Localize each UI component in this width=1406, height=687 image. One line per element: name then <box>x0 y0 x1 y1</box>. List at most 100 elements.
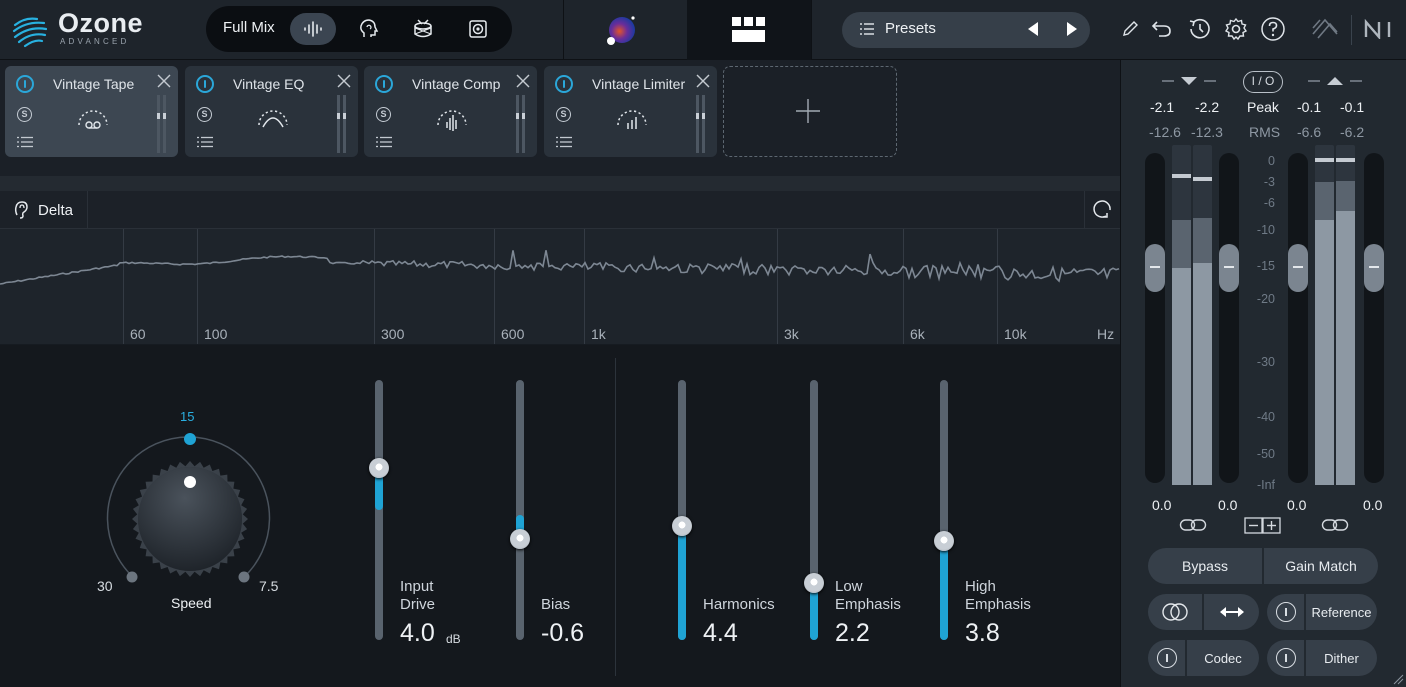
input-link-icon[interactable] <box>1179 518 1207 532</box>
slider-track[interactable] <box>375 380 383 640</box>
next-preset-icon[interactable] <box>1065 21 1079 37</box>
meter-rms <box>1193 218 1212 263</box>
output-link-icon[interactable] <box>1321 518 1349 532</box>
output-collapse-icon[interactable] <box>1306 74 1364 88</box>
meter-fill <box>1336 211 1355 485</box>
module-title: Vintage Limiter <box>592 76 686 92</box>
assistant-button[interactable] <box>600 12 640 52</box>
module-meter-left <box>516 95 519 153</box>
reference-power-button[interactable] <box>1267 594 1304 630</box>
module-power-icon[interactable] <box>16 75 34 93</box>
meter-scale-label: 0 <box>1268 154 1275 168</box>
fader-handle[interactable] <box>1288 244 1308 292</box>
undo-button[interactable] <box>1147 14 1177 44</box>
close-icon[interactable] <box>516 74 530 88</box>
slider-value: 4.0 <box>400 619 435 647</box>
speed-7-5-marker[interactable] <box>238 571 250 583</box>
output-meter-right <box>1336 145 1355 485</box>
ni-logo-button[interactable] <box>1362 14 1396 44</box>
slider-handle[interactable] <box>510 528 530 549</box>
dither-button[interactable]: Dither <box>1306 640 1377 676</box>
divider <box>1351 15 1352 45</box>
close-icon[interactable] <box>696 74 710 88</box>
slider-handle[interactable] <box>672 515 692 536</box>
list-icon <box>860 23 874 35</box>
peak-hold <box>1193 177 1212 181</box>
swap-channels-button[interactable] <box>1204 594 1259 630</box>
izotope-link-button[interactable] <box>1308 14 1342 44</box>
stereo-plus-minus-icon[interactable] <box>1244 517 1282 534</box>
settings-button[interactable] <box>1221 14 1251 44</box>
output-gain-right-value: 0.0 <box>1363 497 1383 513</box>
ozone-logo-icon <box>12 17 48 48</box>
module-power-icon[interactable] <box>555 75 573 93</box>
solo-icon[interactable]: S <box>376 107 391 122</box>
peak-hold <box>1172 174 1191 178</box>
speed-30-marker[interactable] <box>126 571 138 583</box>
mono-button[interactable] <box>1148 594 1202 630</box>
peak-hold <box>1336 158 1355 162</box>
mode-full-mix-button[interactable] <box>290 13 336 45</box>
compressor-icon <box>437 110 467 131</box>
solo-icon[interactable]: S <box>556 107 571 122</box>
speed-15-marker[interactable] <box>184 433 196 445</box>
slider-label-line2: Bias <box>541 596 571 613</box>
slider-value: 2.2 <box>835 619 870 647</box>
previous-preset-icon[interactable] <box>1026 21 1040 37</box>
slider-track[interactable] <box>516 380 524 640</box>
slider-handle[interactable] <box>804 572 824 593</box>
output-gain-fader-left[interactable] <box>1288 153 1308 483</box>
spectrum-toolbar <box>0 191 1120 229</box>
module-menu-icon[interactable] <box>197 136 213 148</box>
brand-edition: ADVANCED <box>60 37 130 46</box>
codec-power-button[interactable] <box>1148 640 1185 676</box>
fader-handle[interactable] <box>1364 244 1384 292</box>
input-gain-right-value: 0.0 <box>1218 497 1238 513</box>
ear-icon <box>14 201 28 219</box>
solo-icon[interactable]: S <box>197 107 212 122</box>
solo-icon[interactable]: S <box>17 107 32 122</box>
module-power-icon[interactable] <box>196 75 214 93</box>
input-peak-right: -2.2 <box>1195 99 1220 115</box>
input-collapse-icon[interactable] <box>1160 74 1218 88</box>
history-button[interactable] <box>1184 14 1214 44</box>
codec-button[interactable]: Codec <box>1187 640 1259 676</box>
reference-button[interactable]: Reference <box>1306 594 1377 630</box>
bypass-button[interactable]: Bypass <box>1148 548 1262 584</box>
module-menu-icon[interactable] <box>556 136 572 148</box>
mode-drums-button[interactable] <box>400 13 446 45</box>
dither-power-button[interactable] <box>1267 640 1304 676</box>
speed-max-label: 7.5 <box>259 578 279 594</box>
stereo-circles-icon <box>1162 603 1188 621</box>
mode-vocals-button[interactable] <box>345 13 391 45</box>
pencil-button[interactable] <box>1115 14 1145 44</box>
module-meter-left <box>337 95 340 153</box>
fader-handle[interactable] <box>1145 244 1165 292</box>
module-menu-icon[interactable] <box>376 136 392 148</box>
close-icon[interactable] <box>157 74 171 88</box>
slider-fill <box>940 541 948 640</box>
resize-grip-icon[interactable] <box>1392 673 1404 685</box>
module-meter-right <box>522 95 525 153</box>
output-gain-fader-right[interactable] <box>1364 153 1384 483</box>
swap-arrows-icon <box>1219 607 1244 617</box>
module-power-icon[interactable] <box>375 75 393 93</box>
presets-bar[interactable] <box>842 12 1090 48</box>
help-button[interactable] <box>1258 14 1288 44</box>
meter-rms <box>1315 182 1334 220</box>
history-icon <box>1189 18 1210 39</box>
mode-speaker-button[interactable] <box>455 13 501 45</box>
io-toggle-button[interactable]: I / O <box>1243 71 1283 93</box>
input-gain-fader-left[interactable] <box>1145 153 1165 483</box>
peak-hold <box>1315 158 1334 162</box>
speed-min-label: 30 <box>97 578 113 594</box>
module-title: Vintage Tape <box>53 76 135 92</box>
meter-scale-label: -40 <box>1256 410 1275 424</box>
power-icon <box>1156 648 1177 668</box>
speed-knob[interactable] <box>96 420 286 600</box>
ni-logo-icon <box>1364 19 1391 39</box>
module-menu-icon[interactable] <box>17 136 33 148</box>
gain-match-button[interactable]: Gain Match <box>1264 548 1378 584</box>
input-gain-left-value: 0.0 <box>1152 497 1172 513</box>
close-icon[interactable] <box>337 74 351 88</box>
